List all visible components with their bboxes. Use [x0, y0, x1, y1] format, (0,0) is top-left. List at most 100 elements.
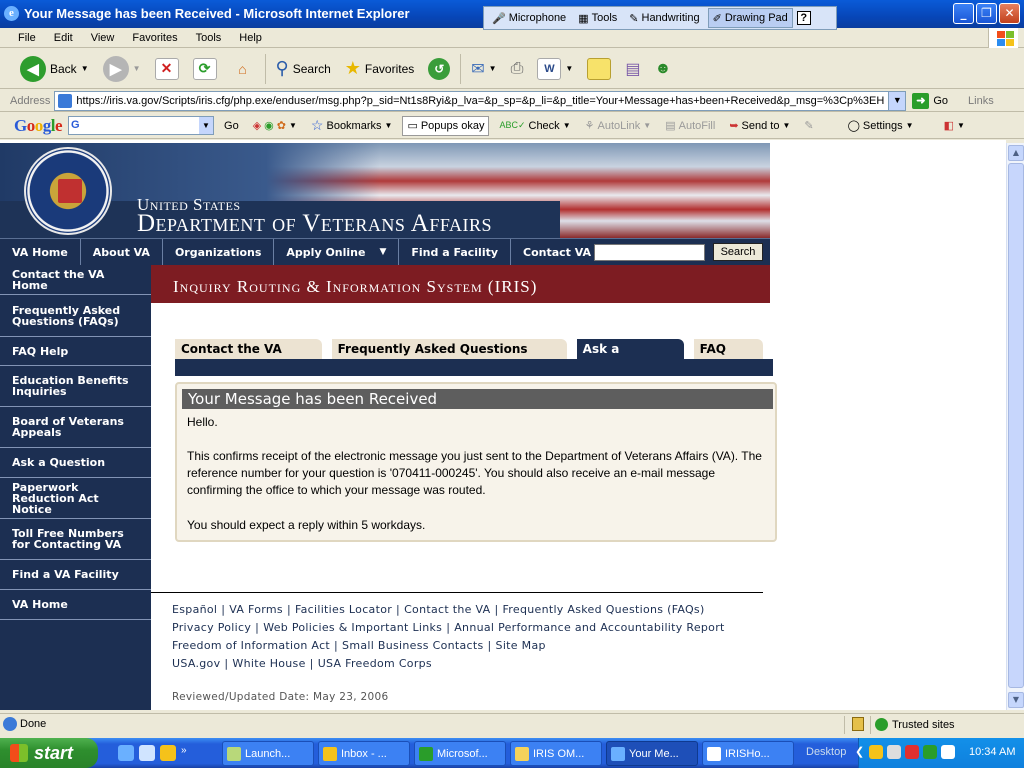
task-irisho[interactable]: IRISHo... [702, 741, 794, 766]
nav-va-home[interactable]: VA Home [0, 238, 81, 266]
tools-button[interactable]: ▦ Tools [574, 8, 621, 28]
close-button[interactable]: ✕ [999, 3, 1020, 24]
chevron-down-icon[interactable]: ▼ [888, 91, 906, 110]
security-icon[interactable] [905, 745, 919, 759]
footer-link-web-policies[interactable]: Web Policies & Important Links [263, 621, 442, 634]
google-search-input[interactable]: G ▼ [68, 116, 215, 135]
go-button[interactable]: ➜ Go [906, 92, 948, 109]
scroll-down-icon[interactable]: ▼ [1008, 692, 1024, 708]
firefox-quicklaunch-icon[interactable] [139, 745, 155, 761]
footer-link-freedom-corps[interactable]: USA Freedom Corps [318, 657, 432, 670]
refresh-button[interactable]: ⟳ [189, 53, 221, 85]
nav-apply-online[interactable]: Apply Online ▼ [274, 238, 400, 266]
discuss-button[interactable] [583, 53, 615, 85]
footer-link-facilities[interactable]: Facilities Locator [295, 603, 392, 616]
sidebar-item-education[interactable]: Education Benefits Inquiries [0, 366, 151, 407]
tray-icon[interactable] [869, 745, 883, 759]
nav-contact-va[interactable]: Contact VA [511, 239, 603, 266]
print-button[interactable]: ⎙ [507, 53, 528, 85]
edit-button[interactable]: W ▼ [533, 53, 577, 85]
task-your-message[interactable]: Your Me... [606, 741, 698, 766]
sidebar-item-faqs[interactable]: Frequently Asked Questions (FAQs) [0, 295, 151, 337]
restore-button[interactable]: ❐ [976, 3, 997, 24]
footer-link-foia[interactable]: Freedom of Information Act [172, 639, 330, 652]
research-button[interactable]: ▤ [621, 53, 644, 85]
footer-link-small-business[interactable]: Small Business Contacts [342, 639, 483, 652]
search-button[interactable]: ⚲ Search [272, 53, 335, 85]
mail-button[interactable]: ✉ ▼ [467, 53, 500, 85]
sidebar-item-paperwork[interactable]: Paperwork Reduction Act Notice [0, 478, 151, 519]
task-microsoft[interactable]: Microsof... [414, 741, 506, 766]
favorites-button[interactable]: ★ Favorites [341, 53, 419, 85]
address-input[interactable]: https://iris.va.gov/Scripts/iris.cfg/php… [54, 90, 907, 111]
menu-tools[interactable]: Tools [187, 32, 231, 44]
nav-find-facility[interactable]: Find a Facility [399, 238, 512, 266]
footer-link-faqs[interactable]: Frequently Asked Questions (FAQs) [502, 603, 704, 616]
menu-view[interactable]: View [82, 32, 124, 44]
start-button[interactable]: start [0, 738, 98, 768]
google-extra-icons[interactable]: ◈ ◉ ✿ ▼ [249, 116, 301, 136]
chevron-left-icon[interactable]: ❮ [855, 745, 864, 758]
site-search-button[interactable]: Search [713, 243, 763, 261]
footer-link-privacy[interactable]: Privacy Policy [172, 621, 251, 634]
outlook-quicklaunch-icon[interactable] [160, 745, 176, 761]
microphone-button[interactable]: 🎤 Microphone [488, 8, 570, 28]
nav-about-va[interactable]: About VA [81, 238, 163, 266]
check-button[interactable]: ABC✓ Check ▼ [495, 116, 574, 136]
tray-icon[interactable] [923, 745, 937, 759]
menu-file[interactable]: File [0, 32, 45, 44]
sidebar-item-contact-home[interactable]: Contact the VA Home [0, 265, 151, 295]
footer-link-contact[interactable]: Contact the VA [404, 603, 490, 616]
sidebar-item-ask-question[interactable]: Ask a Question [0, 448, 151, 478]
google-go-button[interactable]: Go [220, 116, 243, 136]
chevron-down-icon[interactable]: ▼ [199, 117, 214, 134]
forward-button[interactable]: ▶ ▼ [99, 53, 145, 85]
tab-contact-home[interactable]: Contact the VA Home [175, 339, 322, 376]
settings-button[interactable]: ◯ Settings ▼ [844, 116, 918, 136]
history-button[interactable]: ↺ [424, 53, 454, 85]
vertical-scrollbar[interactable]: ▲ ▼ [1006, 143, 1024, 710]
menu-help[interactable]: Help [230, 32, 271, 44]
sidebar-item-va-home[interactable]: VA Home [0, 590, 151, 620]
task-inbox[interactable]: Inbox - ... [318, 741, 410, 766]
autolink-button[interactable]: ⚘ AutoLink ▼ [581, 116, 656, 136]
tab-ask-question[interactable]: Ask a Question [576, 339, 684, 376]
desktop-toolbar[interactable]: Desktop [806, 746, 846, 758]
bookmarks-button[interactable]: ☆ Bookmarks ▼ [307, 116, 397, 136]
task-launch[interactable]: Launch... [222, 741, 314, 766]
autofill-button[interactable]: ▤ AutoFill [661, 116, 719, 136]
handwriting-button[interactable]: ✎ Handwriting [625, 8, 703, 28]
footer-link-annual-report[interactable]: Annual Performance and Accountability Re… [454, 621, 724, 634]
footer-link-va-forms[interactable]: VA Forms [229, 603, 283, 616]
footer-link-white-house[interactable]: White House [232, 657, 305, 670]
footer-link-usagov[interactable]: USA.gov [172, 657, 220, 670]
help-button[interactable]: ? [796, 11, 811, 25]
highlighter-button[interactable]: ✎ [800, 116, 817, 136]
chevron-right-icon[interactable]: » [181, 745, 187, 761]
back-button[interactable]: ◀ Back ▼ [16, 53, 93, 85]
minimize-button[interactable]: _ [953, 3, 974, 24]
drawing-pad-button[interactable]: ✐ Drawing Pad [707, 8, 793, 28]
site-search-input[interactable] [594, 244, 705, 261]
nav-organizations[interactable]: Organizations [163, 238, 275, 266]
menu-favorites[interactable]: Favorites [123, 32, 186, 44]
sidebar-item-toll-free[interactable]: Toll Free Numbers for Contacting VA [0, 519, 151, 560]
tab-faqs[interactable]: Frequently Asked Questions (FAQs) [331, 339, 567, 376]
translate-button[interactable]: ◧ ▼ [940, 116, 969, 136]
scroll-up-icon[interactable]: ▲ [1008, 145, 1024, 161]
task-iris-om[interactable]: IRIS OM... [510, 741, 602, 766]
sidebar-item-board-appeals[interactable]: Board of Veterans Appeals [0, 407, 151, 448]
sidebar-item-find-facility[interactable]: Find a VA Facility [0, 560, 151, 590]
stop-button[interactable]: ✕ [151, 53, 183, 85]
ie-quicklaunch-icon[interactable] [118, 745, 134, 761]
menu-edit[interactable]: Edit [45, 32, 82, 44]
google-logo[interactable]: Google [14, 116, 63, 136]
wireless-icon[interactable] [941, 745, 955, 759]
links-button[interactable]: Links [948, 95, 994, 107]
footer-link-site-map[interactable]: Site Map [496, 639, 546, 652]
popups-button[interactable]: ▭ Popups okay [402, 115, 490, 136]
scroll-thumb[interactable] [1008, 163, 1024, 688]
sendto-button[interactable]: ➥ Send to ▼ [725, 116, 794, 136]
sidebar-item-faq-help[interactable]: FAQ Help [0, 337, 151, 366]
footer-link-espanol[interactable]: Español [172, 603, 217, 616]
